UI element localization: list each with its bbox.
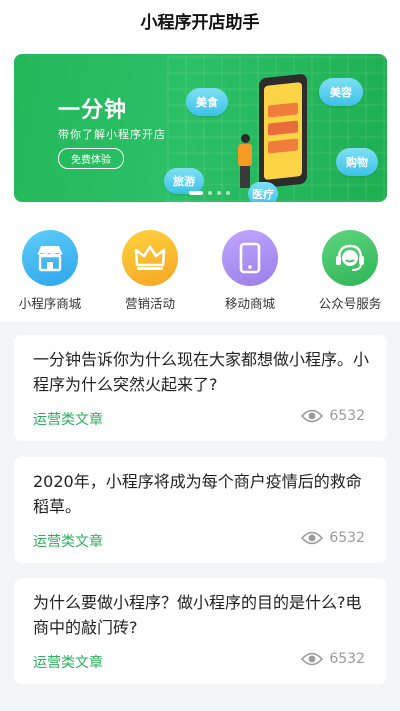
article-category[interactable]: 运营类文章: [33, 652, 103, 672]
carousel-dot[interactable]: [226, 191, 230, 195]
page-title: 小程序开店助手: [140, 12, 260, 33]
app-header: 小程序开店助手: [0, 0, 400, 40]
top-section: 一分钟 带你了解小程序开店 免费体验 美食 美容 购物 旅游 医疗 小程序商城 …: [0, 40, 400, 322]
view-count-value: 6532: [329, 408, 365, 424]
phone-illustration: [259, 73, 307, 189]
view-count-value: 6532: [329, 530, 365, 546]
person-legs-illustration: [240, 166, 250, 188]
menu-item-marketing[interactable]: 营销活动: [100, 230, 200, 316]
feature-menu: 小程序商城 营销活动 移动商城 公众号服务: [0, 230, 400, 316]
article-category[interactable]: 运营类文章: [33, 409, 103, 429]
eye-icon: [301, 652, 324, 666]
article-category[interactable]: 运营类文章: [33, 531, 103, 551]
carousel-dot[interactable]: [189, 191, 203, 195]
banner-headline: 一分钟: [58, 98, 128, 123]
promo-banner[interactable]: 一分钟 带你了解小程序开店 免费体验 美食 美容 购物 旅游 医疗: [14, 54, 387, 202]
menu-label: 移动商城: [224, 296, 275, 311]
person-body-illustration: [238, 144, 252, 166]
menu-item-mini-program-store[interactable]: 小程序商城: [0, 230, 100, 316]
free-trial-button[interactable]: 免费体验: [58, 148, 124, 169]
phone-icon: [222, 230, 278, 286]
carousel-dot[interactable]: [217, 191, 221, 195]
eye-icon: [301, 531, 324, 545]
cloud-tag-medical: 医疗: [248, 182, 278, 202]
menu-item-mobile-store[interactable]: 移动商城: [200, 230, 300, 316]
headset-icon: [322, 230, 378, 286]
article-title: 一分钟告诉你为什么现在大家都想做小程序。小程序为什么突然火起来了?: [33, 350, 370, 394]
article-card[interactable]: 2020年，小程序将成为每个商户疫情后的救命稻草。 运营类文章 6532: [14, 457, 387, 563]
crown-icon: [122, 230, 178, 286]
view-count-value: 6532: [329, 651, 365, 667]
banner-subline: 带你了解小程序开店: [58, 128, 166, 141]
view-count: 6532: [301, 530, 365, 546]
article-title: 2020年，小程序将成为每个商户疫情后的救命稻草。: [33, 472, 362, 516]
view-count: 6532: [301, 651, 365, 667]
menu-item-official-account[interactable]: 公众号服务: [300, 230, 400, 316]
carousel-dot[interactable]: [208, 191, 212, 195]
article-card[interactable]: 为什么要做小程序？做小程序的目的是什么?电商中的敲门砖? 运营类文章 6532: [14, 578, 387, 684]
phone-screen-illustration: [264, 82, 302, 180]
article-title: 为什么要做小程序？做小程序的目的是什么?电商中的敲门砖?: [33, 593, 362, 637]
view-count: 6532: [301, 408, 365, 424]
menu-label: 小程序商城: [18, 296, 82, 311]
cloud-tag-beauty: 美容: [319, 78, 363, 106]
person-illustration: [237, 134, 253, 188]
phone-card-illustration: [268, 120, 298, 136]
menu-label: 营销活动: [124, 296, 175, 311]
eye-icon: [301, 409, 324, 423]
cloud-tag-food: 美食: [186, 88, 228, 116]
store-icon: [22, 230, 78, 286]
phone-card-illustration: [268, 138, 298, 154]
article-card[interactable]: 一分钟告诉你为什么现在大家都想做小程序。小程序为什么突然火起来了? 运营类文章 …: [14, 335, 387, 441]
menu-label: 公众号服务: [318, 296, 382, 311]
carousel-indicator[interactable]: [189, 191, 230, 195]
cloud-tag-shopping: 购物: [336, 148, 378, 176]
phone-card-illustration: [268, 102, 298, 118]
person-head-illustration: [241, 134, 250, 143]
